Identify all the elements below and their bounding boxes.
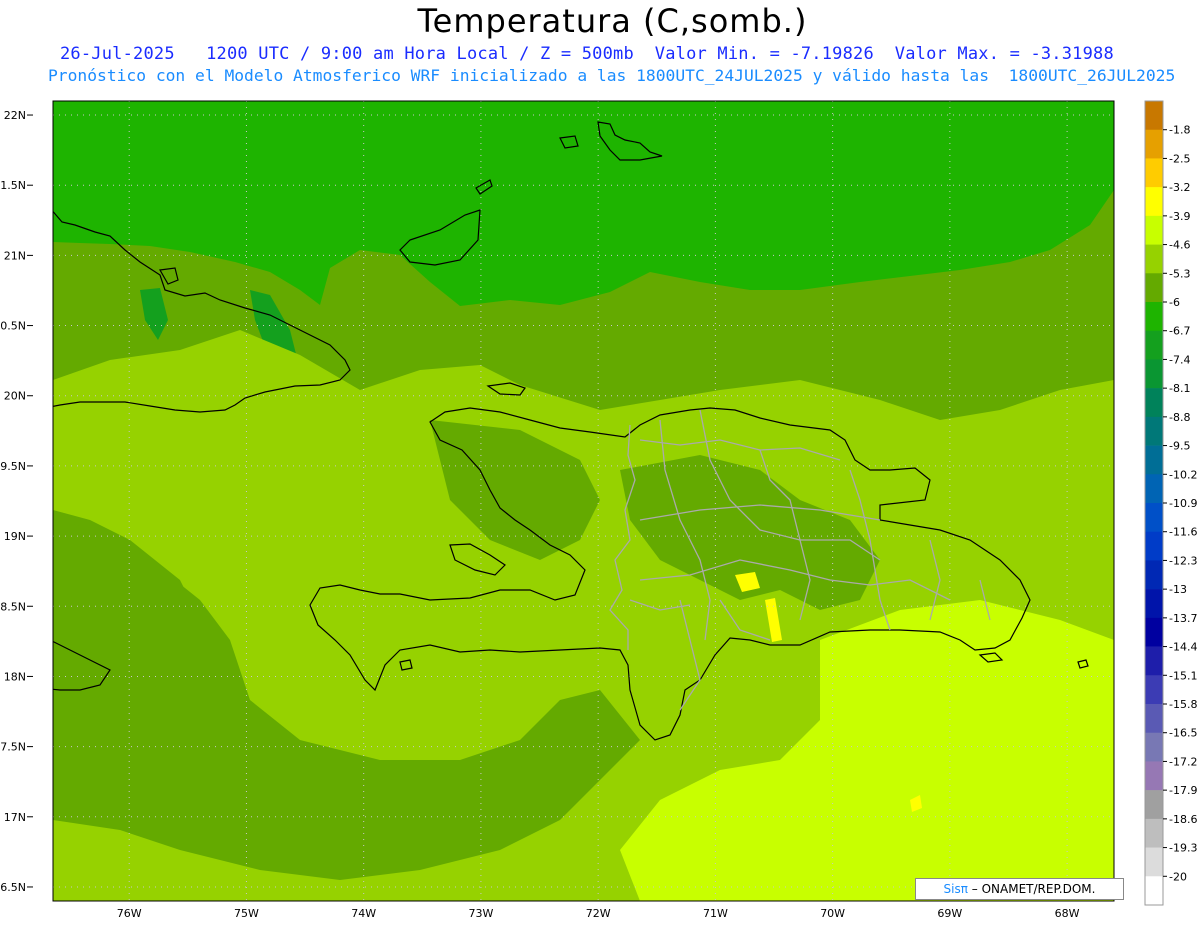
colorbar-label: -17.9 <box>1169 784 1197 797</box>
colorbar-label: -18.6 <box>1169 813 1197 826</box>
colorbar-label: -17.2 <box>1169 755 1197 768</box>
colorbar-swatch <box>1145 244 1163 274</box>
longitude-label: 68W <box>1055 907 1080 920</box>
colorbar-label: -6 <box>1169 296 1180 309</box>
colorbar-swatch <box>1145 129 1163 159</box>
colorbar-label: -9.5 <box>1169 440 1190 453</box>
colorbar-swatch <box>1145 330 1163 360</box>
latitude-axis: 22N 1.5N 21N 0.5N 20N 9.5N 19N 8.5N 18N 7.5N 17N 6.… <box>0 109 33 894</box>
colorbar-label: -4.6 <box>1169 239 1190 252</box>
latitude-label: 6.5N <box>0 881 26 894</box>
colorbar-label: -7.4 <box>1169 353 1190 366</box>
colorbar-swatch <box>1145 273 1163 303</box>
latitude-label: 18N <box>4 670 26 683</box>
credit-sis: Sisπ <box>943 882 968 896</box>
colorbar-swatch <box>1145 388 1163 418</box>
latitude-label: 17N <box>4 811 26 824</box>
colorbar-label: -5.3 <box>1169 267 1190 280</box>
colorbar-label: -20 <box>1169 870 1187 883</box>
latitude-label: 8.5N <box>0 600 26 613</box>
colorbar-swatch <box>1145 359 1163 389</box>
longitude-label: 76W <box>117 907 142 920</box>
colorbar-label: -3.2 <box>1169 181 1190 194</box>
latitude-label: 19N <box>4 530 26 543</box>
colorbar: -1.8 -2.5 -3.2 -3.9 -4.6 -5.3 -6 -6.7 -7.4 -8.1 -8… <box>1144 100 1197 906</box>
colorbar-swatch <box>1145 761 1163 791</box>
colorbar-swatch <box>1145 704 1163 734</box>
colorbar-swatch <box>1145 101 1163 131</box>
colorbar-label: -8.1 <box>1169 382 1190 395</box>
colorbar-swatch <box>1145 818 1163 848</box>
colorbar-label: -14.4 <box>1169 641 1197 654</box>
colorbar-swatch <box>1145 560 1163 590</box>
temperature-field <box>53 101 1114 901</box>
colorbar-label: -13 <box>1169 583 1187 596</box>
colorbar-swatch <box>1145 531 1163 561</box>
latitude-label: 21N <box>4 249 26 262</box>
colorbar-swatch <box>1145 302 1163 332</box>
latitude-label: 20N <box>4 390 26 403</box>
longitude-axis: 76W 75W 74W 73W 72W 71W 70W 69W 68W <box>117 907 1080 920</box>
colorbar-swatch <box>1145 158 1163 188</box>
colorbar-label: -6.7 <box>1169 325 1190 338</box>
colorbar-swatch <box>1145 617 1163 647</box>
colorbar-label: -1.8 <box>1169 124 1190 137</box>
forecast-map: 22N 1.5N 21N 0.5N 20N 9.5N 19N 8.5N 18N 7.5N 17N 6.… <box>0 100 1197 920</box>
colorbar-swatch <box>1145 876 1163 906</box>
colorbar-swatch <box>1145 416 1163 446</box>
longitude-label: 75W <box>234 907 259 920</box>
longitude-label: 71W <box>703 907 728 920</box>
colorbar-label: -15.1 <box>1169 669 1197 682</box>
colorbar-swatch <box>1145 675 1163 705</box>
colorbar-label: -15.8 <box>1169 698 1197 711</box>
longitude-label: 73W <box>468 907 493 920</box>
colorbar-swatch <box>1145 790 1163 820</box>
colorbar-label: -10.2 <box>1169 468 1197 481</box>
colorbar-label: -10.9 <box>1169 497 1197 510</box>
latitude-label: 9.5N <box>0 460 26 473</box>
colorbar-label: -3.9 <box>1169 210 1190 223</box>
colorbar-label: -11.6 <box>1169 526 1197 539</box>
colorbar-swatch <box>1145 474 1163 504</box>
colorbar-swatch <box>1145 445 1163 475</box>
colorbar-swatch <box>1145 646 1163 676</box>
colorbar-swatch <box>1145 503 1163 533</box>
longitude-label: 72W <box>586 907 611 920</box>
colorbar-label: -12.3 <box>1169 554 1197 567</box>
latitude-label: 0.5N <box>0 320 26 333</box>
credit-box: Sisπ – ONAMET/REP.DOM. <box>915 878 1124 900</box>
longitude-label: 74W <box>351 907 376 920</box>
colorbar-swatch <box>1145 187 1163 217</box>
colorbar-label: -13.7 <box>1169 612 1197 625</box>
colorbar-swatch <box>1145 215 1163 245</box>
colorbar-label: -19.3 <box>1169 842 1197 855</box>
colorbar-label: -8.8 <box>1169 411 1190 424</box>
latitude-label: 22N <box>4 109 26 122</box>
credit-org: – ONAMET/REP.DOM. <box>967 882 1096 896</box>
colorbar-label: -2.5 <box>1169 152 1190 165</box>
latitude-label: 1.5N <box>0 179 26 192</box>
longitude-label: 70W <box>820 907 845 920</box>
colorbar-swatch <box>1145 589 1163 619</box>
latitude-label: 7.5N <box>0 741 26 754</box>
colorbar-label: -16.5 <box>1169 727 1197 740</box>
colorbar-swatch <box>1145 732 1163 762</box>
colorbar-swatch <box>1145 847 1163 877</box>
longitude-label: 69W <box>937 907 962 920</box>
